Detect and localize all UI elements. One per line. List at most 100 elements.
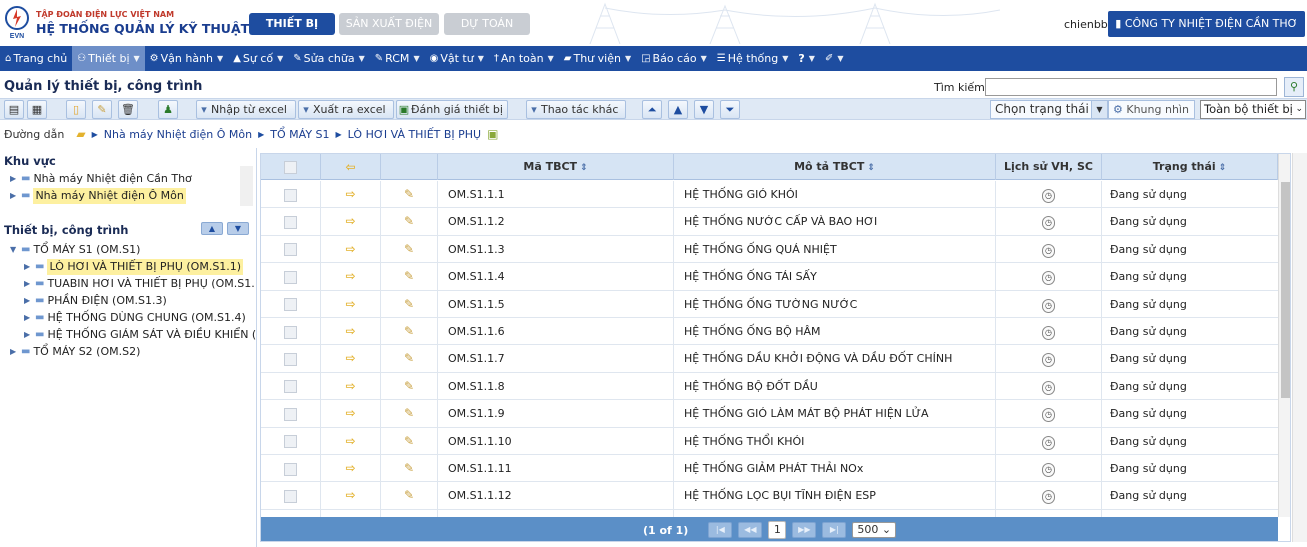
row-checkbox[interactable] (284, 298, 297, 312)
history-cell[interactable]: ◷ (996, 509, 1102, 517)
goto-cell[interactable]: ⇨ (321, 318, 381, 345)
breadcrumb-item[interactable]: TỔ MÁY S1 (270, 128, 329, 141)
menu-he-thong[interactable]: ☰ Hệ thống ▼ (712, 46, 794, 71)
select-all-header[interactable] (261, 154, 321, 180)
goto-cell[interactable]: ⇨ (321, 400, 381, 428)
menu-bao-cao[interactable]: ◲ Báo cáo ▼ (636, 46, 712, 71)
goto-cell[interactable]: ⇨ (321, 263, 381, 291)
edit-cell[interactable]: ✎ (381, 290, 438, 318)
history-clock-icon[interactable]: ◷ (1042, 380, 1055, 395)
row-select-cell[interactable] (261, 181, 321, 208)
menu-trang-chu[interactable]: ⌂ Trang chủ (0, 46, 72, 71)
row-select-cell[interactable] (261, 455, 321, 482)
menu-thiet-bi[interactable]: ⚇ Thiết bị ▼ (72, 46, 145, 71)
edit-cell[interactable]: ✎ (381, 345, 438, 373)
other-actions-button[interactable]: ▾ Thao tác khác (526, 100, 626, 119)
edit-cell[interactable]: ✎ (381, 208, 438, 236)
move-up-button[interactable]: ▲ (668, 100, 688, 119)
history-clock-icon[interactable]: ◷ (1042, 243, 1055, 258)
menu-theme[interactable]: ✐ ▼ (820, 46, 849, 71)
last-page-button[interactable]: ▶| (822, 522, 847, 538)
history-cell[interactable]: ◷ (996, 400, 1102, 428)
row-checkbox[interactable] (284, 215, 297, 229)
row-select-cell[interactable] (261, 235, 321, 263)
expand-icon[interactable]: ▶ (10, 188, 18, 204)
area-scrollbar[interactable] (240, 166, 253, 206)
history-cell[interactable]: ◷ (996, 455, 1102, 482)
expand-icon[interactable]: ▶ (10, 344, 18, 360)
goto-cell[interactable]: ⇨ (321, 235, 381, 263)
row-select-cell[interactable] (261, 290, 321, 318)
history-clock-icon[interactable]: ◷ (1042, 298, 1055, 313)
menu-rcm[interactable]: ✎ RCM ▼ (370, 46, 425, 71)
edit-cell[interactable]: ✎ (381, 427, 438, 455)
select-all-checkbox[interactable] (284, 160, 297, 174)
collapse-icon[interactable]: ▼ (10, 242, 18, 258)
assign-button[interactable]: ♟ (158, 100, 178, 119)
row-select-cell[interactable] (261, 345, 321, 373)
pencil-icon[interactable]: ✎ (404, 214, 414, 228)
row-select-cell[interactable] (261, 263, 321, 291)
collapse-button[interactable]: ▲ (201, 222, 223, 235)
history-cell[interactable]: ◷ (996, 208, 1102, 236)
table-row[interactable]: ⇨ ✎ OM.S1.1.7 HỆ THỐNG DẦU KHỞI ĐỘNG VÀ DẦU… (261, 345, 1278, 373)
tab-san-xuat-dien[interactable]: SẢN XUẤT ĐIỆN (339, 13, 439, 35)
arrow-forward-icon[interactable]: ⇨ (345, 406, 355, 420)
table-row[interactable]: ⇨ ✎ OM.S1.1.5 HỆ THỐNG ỐNG TƯỜNG NƯỚC ◷ Đang … (261, 290, 1278, 318)
goto-cell[interactable]: ⇨ (321, 372, 381, 400)
row-checkbox[interactable] (284, 243, 297, 257)
row-checkbox[interactable] (284, 462, 297, 476)
row-select-cell[interactable] (261, 208, 321, 236)
history-cell[interactable]: ◷ (996, 427, 1102, 455)
edit-cell[interactable]: ✎ (381, 263, 438, 291)
table-row[interactable]: ⇨ ✎ OM.S1.1.10 HỆ THỐNG THỔI KHÓI ◷ Đang sử d… (261, 427, 1278, 455)
view-frame-button[interactable]: ⚙ Khung nhìn (1108, 100, 1195, 119)
row-checkbox[interactable] (284, 407, 297, 421)
tab-du-toan[interactable]: DỰ TOÁN (444, 13, 530, 35)
breadcrumb-item[interactable]: Nhà máy Nhiệt điện Ô Môn (104, 128, 252, 141)
table-row[interactable]: ⇨ ✎ OM.S1.1.6 HỆ THỐNG ỐNG BỘ HÂM ◷ Đang sử d… (261, 318, 1278, 346)
arrow-forward-icon[interactable]: ⇨ (345, 324, 355, 338)
arrow-forward-icon[interactable]: ⇨ (345, 187, 355, 201)
search-input[interactable] (985, 78, 1277, 96)
row-select-cell[interactable] (261, 400, 321, 428)
grid-view-button[interactable]: ▦ (27, 100, 47, 119)
delete-button[interactable]: 🗑 (118, 100, 138, 119)
area-item-selected[interactable]: ▶ ▬ Nhà máy Nhiệt điện Ô Môn (10, 188, 186, 204)
row-checkbox[interactable] (284, 270, 297, 284)
pencil-icon[interactable]: ✎ (404, 324, 414, 338)
row-select-cell[interactable] (261, 482, 321, 510)
pencil-icon[interactable]: ✎ (404, 379, 414, 393)
history-clock-icon[interactable]: ◷ (1042, 271, 1055, 286)
goto-cell[interactable]: ⇨ (321, 482, 381, 510)
tree-node[interactable]: ▶ ▬ PHẦN ĐIỆN (OM.S1.3) (24, 293, 167, 309)
history-clock-icon[interactable]: ◷ (1042, 189, 1055, 203)
row-checkbox[interactable] (284, 325, 297, 339)
table-row[interactable]: ⇨ ✎ OM.S1.1.11 HỆ THỐNG GIẢM PHÁT THẢI NOx ◷… (261, 455, 1278, 483)
edit-cell[interactable]: ✎ (381, 400, 438, 428)
menu-su-co[interactable]: ▲ Sự cố ▼ (228, 46, 288, 71)
menu-sua-chua[interactable]: ✎ Sửa chữa ▼ (288, 46, 369, 71)
row-checkbox[interactable] (284, 435, 297, 449)
history-cell[interactable]: ◷ (996, 181, 1102, 208)
menu-help[interactable]: ? ▼ (793, 46, 820, 71)
page-size-select[interactable]: 500 ⌄ (852, 522, 897, 538)
pencil-icon[interactable]: ✎ (404, 434, 414, 448)
pencil-icon[interactable]: ✎ (404, 406, 414, 420)
column-header-history[interactable]: Lịch sử VH, SC (996, 154, 1102, 180)
goto-cell[interactable]: ⇨ (321, 427, 381, 455)
goto-header[interactable]: ⇦ (321, 154, 381, 180)
pencil-icon[interactable]: ✎ (404, 242, 414, 256)
move-top-button[interactable]: ⏶ (642, 100, 662, 119)
tree-view-button[interactable]: ▤ (4, 100, 24, 119)
goto-cell[interactable]: ⇨ (321, 455, 381, 482)
expand-icon[interactable]: ▶ (24, 259, 32, 275)
history-clock-icon[interactable]: ◷ (1042, 408, 1055, 423)
arrow-forward-icon[interactable]: ⇨ (345, 297, 355, 311)
row-checkbox[interactable] (284, 380, 297, 394)
edit-cell[interactable]: ✎ (381, 455, 438, 482)
evaluate-equipment-button[interactable]: ▣ Đánh giá thiết bị (396, 100, 508, 119)
table-row[interactable]: ⇨✎ ◷ (261, 509, 1278, 517)
menu-vat-tu[interactable]: ◉ Vật tư ▼ (425, 46, 489, 71)
edit-button[interactable]: ✎ (92, 100, 112, 119)
